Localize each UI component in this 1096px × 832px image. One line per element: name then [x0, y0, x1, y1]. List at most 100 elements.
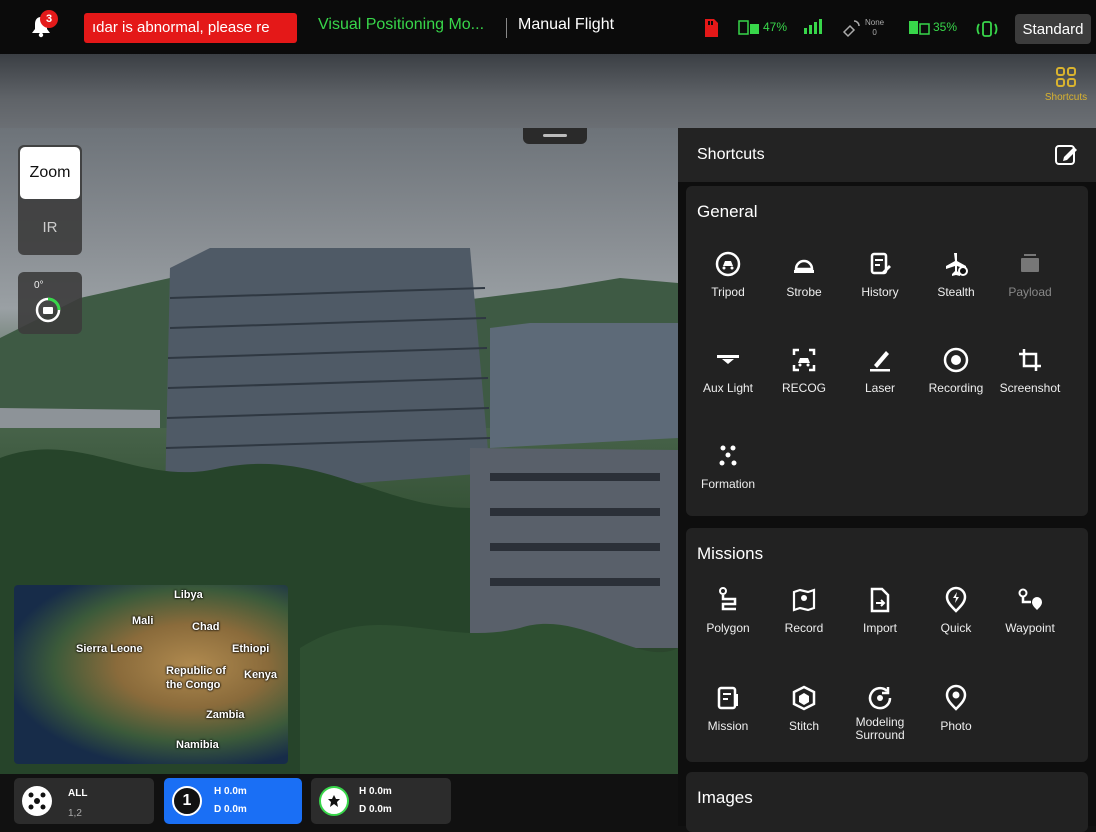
gimbal-angle: 0°: [34, 280, 44, 291]
map-label-mali: Mali: [132, 615, 154, 627]
lens-selector: Zoom IR: [18, 145, 82, 255]
missions-section: Missions Polygon Record Import Quick Way…: [686, 528, 1088, 762]
shortcut-recog[interactable]: RECOG: [766, 346, 842, 395]
gps-label: None: [865, 18, 885, 27]
missions-title: Missions: [697, 544, 764, 563]
strobe-icon: [794, 259, 814, 273]
aux-light-icon: [717, 355, 739, 364]
map-label-sierra-leone: Sierra Leone: [76, 643, 143, 655]
notification-count-badge: 3: [40, 10, 58, 28]
camera-top-strip: [0, 54, 1096, 128]
mission-icon: [717, 686, 738, 710]
map-label-republic-of: Republic of: [166, 665, 226, 677]
mission-mission[interactable]: Mission: [690, 684, 766, 733]
shortcuts-header: Shortcuts: [678, 128, 1096, 182]
rc-battery-value: 47%: [763, 20, 788, 34]
all-ids: 1,2: [68, 808, 82, 819]
gps-count: 0: [872, 28, 877, 37]
drone-2-height: H 0.0m: [359, 786, 392, 797]
satellite-icon: [842, 20, 860, 38]
map-label-namibia: Namibia: [176, 739, 219, 751]
shortcut-formation[interactable]: Formation: [690, 442, 766, 491]
shortcuts-panel: Shortcuts General Tripod Strobe History …: [678, 128, 1096, 832]
drone-2-icon: [319, 786, 349, 816]
drone-1-height: H 0.0m: [214, 786, 247, 797]
shortcuts-grid-icon: [1056, 67, 1076, 87]
edit-icon[interactable]: [1052, 140, 1080, 168]
drone-battery: 35%: [908, 18, 957, 36]
divider: [506, 18, 507, 38]
shortcut-strobe[interactable]: Strobe: [766, 250, 842, 299]
mission-import[interactable]: Import: [842, 586, 918, 635]
shortcut-stealth[interactable]: Stealth: [918, 250, 994, 299]
mission-waypoint[interactable]: Waypoint: [992, 586, 1068, 635]
remote-controller-icon: [974, 18, 1000, 40]
shortcut-aux-light[interactable]: Aux Light: [690, 346, 766, 395]
shortcut-laser[interactable]: Laser: [842, 346, 918, 395]
shortcut-tripod[interactable]: Tripod: [690, 250, 766, 299]
polygon-icon: [719, 587, 737, 611]
map-label-kenya: Kenya: [244, 669, 278, 681]
laser-icon: [870, 351, 890, 372]
drone-1-distance: D 0.0m: [214, 804, 247, 815]
all-label: ALL: [68, 788, 88, 799]
shortcut-recording[interactable]: Recording: [918, 346, 994, 395]
mission-quick[interactable]: Quick: [918, 586, 994, 635]
select-all-drones-button[interactable]: ALL 1,2: [14, 778, 154, 824]
map-label-the-congo: the Congo: [166, 679, 221, 691]
payload-icon: [1021, 254, 1039, 272]
gimbal-control[interactable]: 0°: [18, 272, 82, 334]
mini-map[interactable]: Libya Mali Chad Sierra Leone Ethiopi Rep…: [14, 585, 288, 764]
stitch-icon: [792, 685, 816, 711]
images-section: Images: [686, 772, 1088, 832]
photo-icon: [945, 684, 967, 711]
mission-stitch[interactable]: Stitch: [766, 684, 842, 733]
mission-record[interactable]: Record: [766, 586, 842, 635]
screenshot-icon: [1019, 349, 1041, 371]
map-label-chad: Chad: [192, 621, 220, 633]
status-bar: 3 ıdar is abnormal, please re Visual Pos…: [0, 0, 1096, 54]
sd-card-icon: [702, 18, 720, 38]
recog-icon: [792, 348, 816, 372]
drone-2-card[interactable]: H 0.0m D 0.0m: [311, 778, 451, 824]
rc-battery-icon: [738, 20, 759, 35]
mission-modeling-surround[interactable]: Modeling Surround: [842, 684, 918, 742]
lens-zoom-button[interactable]: Zoom: [20, 147, 80, 199]
profile-button[interactable]: Standard: [1015, 14, 1091, 44]
record-map-icon: [792, 588, 816, 612]
rc-battery: 47%: [738, 18, 787, 36]
drone-group-icon: [22, 786, 52, 816]
stealth-icon: [946, 253, 968, 276]
gimbal-icon: [35, 297, 61, 323]
panel-drag-handle[interactable]: [523, 128, 587, 144]
map-label-ethiopia: Ethiopi: [232, 643, 270, 655]
camera-view[interactable]: Libya Mali Chad Sierra Leone Ethiopi Rep…: [0, 128, 678, 774]
drone-battery-value: 35%: [933, 20, 958, 34]
positioning-mode[interactable]: Visual Positioning Mo...: [318, 16, 484, 34]
map-label-zambia: Zambia: [206, 709, 245, 721]
import-icon: [870, 587, 890, 613]
shortcuts-title: Shortcuts: [697, 146, 765, 163]
drone-selector-bar: ALL 1,2 1 H 0.0m D 0.0m H 0.0m D 0.0m: [0, 774, 678, 826]
drone-2-distance: D 0.0m: [359, 804, 392, 815]
shortcuts-toggle-label: Shortcuts: [1044, 92, 1088, 103]
general-section: General Tripod Strobe History Stealth Pa…: [686, 186, 1088, 516]
mission-photo[interactable]: Photo: [918, 684, 994, 733]
shortcuts-toggle[interactable]: Shortcuts: [1036, 66, 1096, 103]
shortcut-payload[interactable]: Payload: [992, 250, 1068, 299]
flight-mode[interactable]: Manual Flight: [518, 16, 614, 34]
drone-battery-icon: [909, 21, 930, 35]
waypoint-icon: [1018, 588, 1042, 610]
lens-ir-button[interactable]: IR: [20, 207, 80, 247]
gps-status: None 0: [840, 18, 884, 38]
shortcut-screenshot[interactable]: Screenshot: [992, 346, 1068, 395]
signal-strength-icon: [798, 18, 824, 34]
general-title: General: [697, 202, 758, 221]
history-icon: [870, 252, 891, 275]
shortcut-history[interactable]: History: [842, 250, 918, 299]
quick-icon: [945, 586, 967, 613]
images-title: Images: [697, 788, 753, 807]
drone-1-card[interactable]: 1 H 0.0m D 0.0m: [164, 778, 302, 824]
mission-polygon[interactable]: Polygon: [690, 586, 766, 635]
alert-banner[interactable]: ıdar is abnormal, please re: [84, 13, 297, 43]
